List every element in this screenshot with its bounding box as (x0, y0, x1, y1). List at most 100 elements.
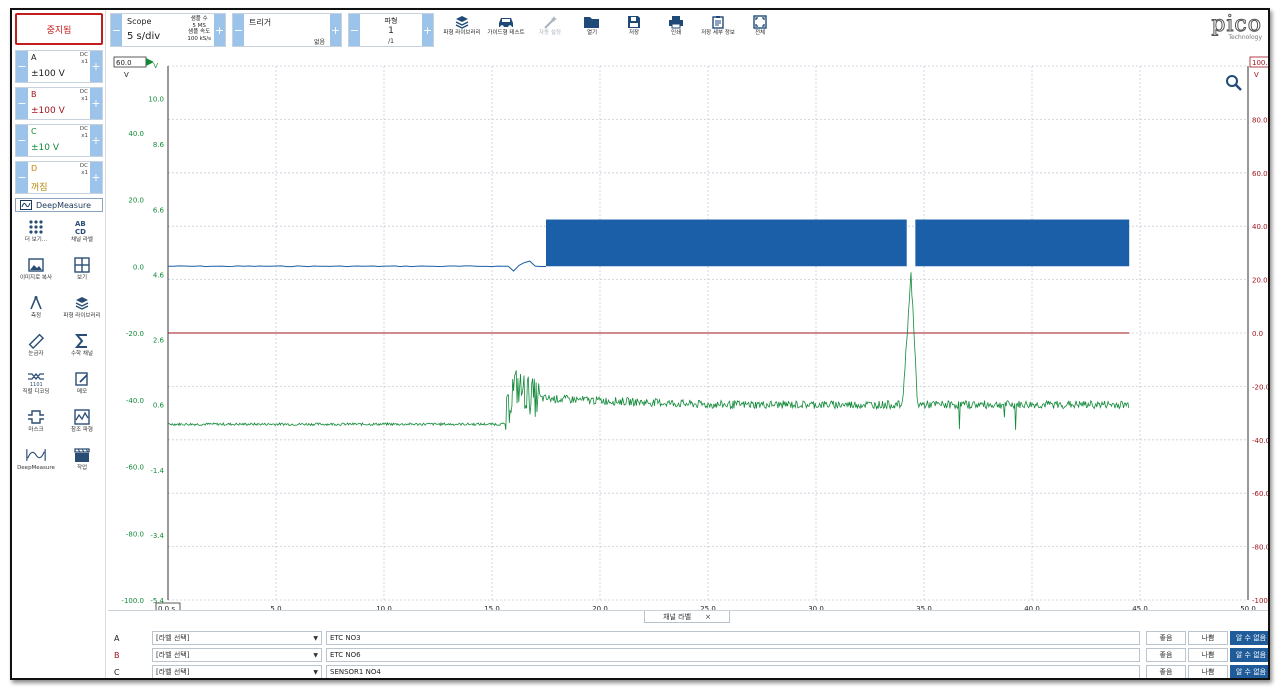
save-icon (627, 14, 641, 30)
axis-b-tick-label: -80.0 (1252, 544, 1270, 552)
timebase-value[interactable]: 5 s/div (127, 31, 160, 42)
copy-image-button[interactable]: 이미지로 복사 (13, 256, 59, 292)
deepmeasure-tool-button[interactable]: DeepMeasure (13, 446, 59, 482)
channel-a-control[interactable]: − A DC x1 ±100 V + (15, 50, 103, 83)
left-panel: 중지됨 − A DC x1 ±100 V + − B DC x1 ±100 V + … (12, 10, 106, 678)
label-name-field[interactable]: ETC NO6 (326, 648, 1140, 662)
auto-setup-button[interactable]: 자동 설정 (530, 14, 570, 48)
more-button[interactable]: 더 보기... (13, 218, 59, 254)
open-button[interactable]: 열기 (572, 14, 612, 48)
channel-c-control[interactable]: − C DC x1 ±10 V + (15, 124, 103, 157)
channel-b-plus-button[interactable]: + (90, 88, 102, 119)
channel-a-pulse-band (546, 219, 907, 267)
reference-waveform-button[interactable]: 참조 파형 (59, 408, 105, 444)
axis-b-tick-label: -100.0 (1252, 597, 1270, 605)
good-button[interactable]: 좋음 (1146, 631, 1186, 645)
waveform-library-button[interactable]: 파형 라이브러리 (442, 14, 482, 48)
channel-c-plus-button[interactable]: + (90, 125, 102, 156)
channel-d-coupling: DC x1 (79, 163, 88, 176)
label-select[interactable]: [라벨 선택] ▼ (152, 648, 322, 662)
axis-b-tick-label: 40.0 (1252, 223, 1268, 231)
channel-d-plus-button[interactable]: + (90, 162, 102, 193)
channel-c-minus-button[interactable]: − (16, 125, 28, 156)
waveform-control[interactable]: − 파형 1 /1 + (348, 13, 434, 47)
deepmeasure-button[interactable]: DeepMeasure (15, 198, 103, 212)
unknown-button[interactable]: 알 수 없음 (1230, 665, 1268, 678)
measure-button[interactable]: 측정 (13, 294, 59, 330)
mask-button[interactable]: 마스크 (13, 408, 59, 444)
bad-button[interactable]: 나쁨 (1188, 631, 1228, 645)
channel-a-minus-button[interactable]: − (16, 51, 28, 82)
save-button[interactable]: 저장 (614, 14, 654, 48)
trigger-control[interactable]: − 트리거 없음 + (232, 13, 342, 47)
timebase-minus-button[interactable]: − (111, 14, 122, 46)
scope-plot[interactable]: 60.0 V 100.0 V 40.0 20.0 0.0 -20.0 -40.0 -60.0 -80… (108, 54, 1270, 614)
trigger-minus-button[interactable]: − (233, 14, 244, 46)
channel-c-range[interactable]: ±10 V (31, 143, 59, 153)
auto-setup-label: 자동 설정 (539, 30, 561, 36)
channel-labels-button[interactable]: AB CD 채널 라벨 (59, 218, 105, 254)
deepmeasure-label: DeepMeasure (36, 200, 92, 210)
axis-a-tick-label: -60.0 (126, 464, 144, 472)
dropdown-arrow-icon: ▼ (313, 668, 318, 676)
toolbar: − Scope 5 s/div 샘플 수5 MS 샘플 속도 100 kS/s + … (108, 10, 1268, 54)
channel-b-coupling: DC x1 (79, 89, 88, 102)
library-icon (454, 14, 470, 30)
label-select[interactable]: [라벨 선택] ▼ (152, 665, 322, 678)
label-name-field[interactable]: ETC NO3 (326, 631, 1140, 645)
print-button[interactable]: 인쇄 (656, 14, 696, 48)
channel-b-control[interactable]: − B DC x1 ±100 V + (15, 87, 103, 120)
channel-d-label: D (31, 164, 38, 173)
channel-d-range[interactable]: 꺼짐 (31, 180, 48, 193)
ruler-button[interactable]: 눈금자 (13, 332, 59, 368)
save-details-button[interactable]: 저장 세부 정보 (698, 14, 738, 48)
axis-c-tick-label: 8.6 (153, 141, 165, 149)
serial-decode-button[interactable]: 1101 직렬 디코딩 (13, 370, 59, 406)
channel-b-minus-button[interactable]: − (16, 88, 28, 119)
view-button[interactable]: 보기 (59, 256, 105, 292)
zoom-icon[interactable] (1226, 75, 1242, 91)
timebase-plus-button[interactable]: + (214, 14, 225, 46)
bad-button[interactable]: 나쁨 (1188, 648, 1228, 662)
waveform-library-label: 파형 라이브러리 (443, 30, 481, 36)
guided-test-button[interactable]: 가이드형 테스트 (486, 14, 526, 48)
waveform-total: /1 (388, 38, 394, 45)
open-label: 열기 (586, 30, 598, 36)
math-channel-button[interactable]: 수학 채널 (59, 332, 105, 368)
save-details-label: 저장 세부 정보 (701, 30, 735, 36)
axis-a-tick-label: 40.0 (128, 130, 144, 138)
print-label: 인쇄 (670, 30, 682, 36)
memo-button[interactable]: 메모 (59, 370, 105, 406)
channel-d-control[interactable]: − D DC x1 꺼짐 + (15, 161, 103, 194)
pico-window: 중지됨 − A DC x1 ±100 V + − B DC x1 ±100 V + … (10, 8, 1270, 680)
channel-labels-tab[interactable]: 채널 라벨 × (644, 611, 730, 623)
trigger-plus-button[interactable]: + (330, 14, 341, 46)
channel-a-plus-button[interactable]: + (90, 51, 102, 82)
waveform-library-tool-button[interactable]: 파형 라이브러리 (59, 294, 105, 330)
dropdown-arrow-icon: ▼ (313, 651, 318, 659)
channel-b-range[interactable]: ±100 V (31, 106, 65, 116)
channel-d-minus-button[interactable]: − (16, 162, 28, 193)
timebase-control[interactable]: − Scope 5 s/div 샘플 수5 MS 샘플 속도 100 kS/s + (110, 13, 226, 47)
folder-icon (583, 14, 601, 30)
good-button[interactable]: 좋음 (1146, 648, 1186, 662)
unknown-button[interactable]: 알 수 없음 (1230, 648, 1268, 662)
axis-a-unit: V (124, 71, 129, 79)
scope-label: Scope (127, 17, 152, 26)
stop-button[interactable]: 중지됨 (15, 13, 103, 45)
good-button[interactable]: 좋음 (1146, 665, 1186, 678)
unknown-button[interactable]: 알 수 없음 (1230, 631, 1268, 645)
axis-c-tick-label: 10.0 (148, 96, 164, 104)
bad-button[interactable]: 나쁨 (1188, 665, 1228, 678)
fullscreen-button[interactable]: 전체 (740, 14, 780, 48)
label-select[interactable]: [라벨 선택] ▼ (152, 631, 322, 645)
channel-labels-close-button[interactable]: × (705, 613, 711, 621)
label-name-field[interactable]: SENSOR1 NO4 (326, 665, 1140, 678)
waveform-library-tool-label: 파형 라이브러리 (63, 313, 101, 319)
job-button[interactable]: 작업 (59, 446, 105, 482)
plot-canvas[interactable]: 60.0 V 100.0 V 40.0 20.0 0.0 -20.0 -40.0 -60.0 -80… (108, 54, 1270, 614)
channel-a-range[interactable]: ±100 V (31, 69, 65, 79)
channel-labels-label: 채널 라벨 (71, 237, 93, 243)
view-label: 보기 (76, 275, 88, 281)
waveform-plus-button[interactable]: + (422, 14, 433, 46)
